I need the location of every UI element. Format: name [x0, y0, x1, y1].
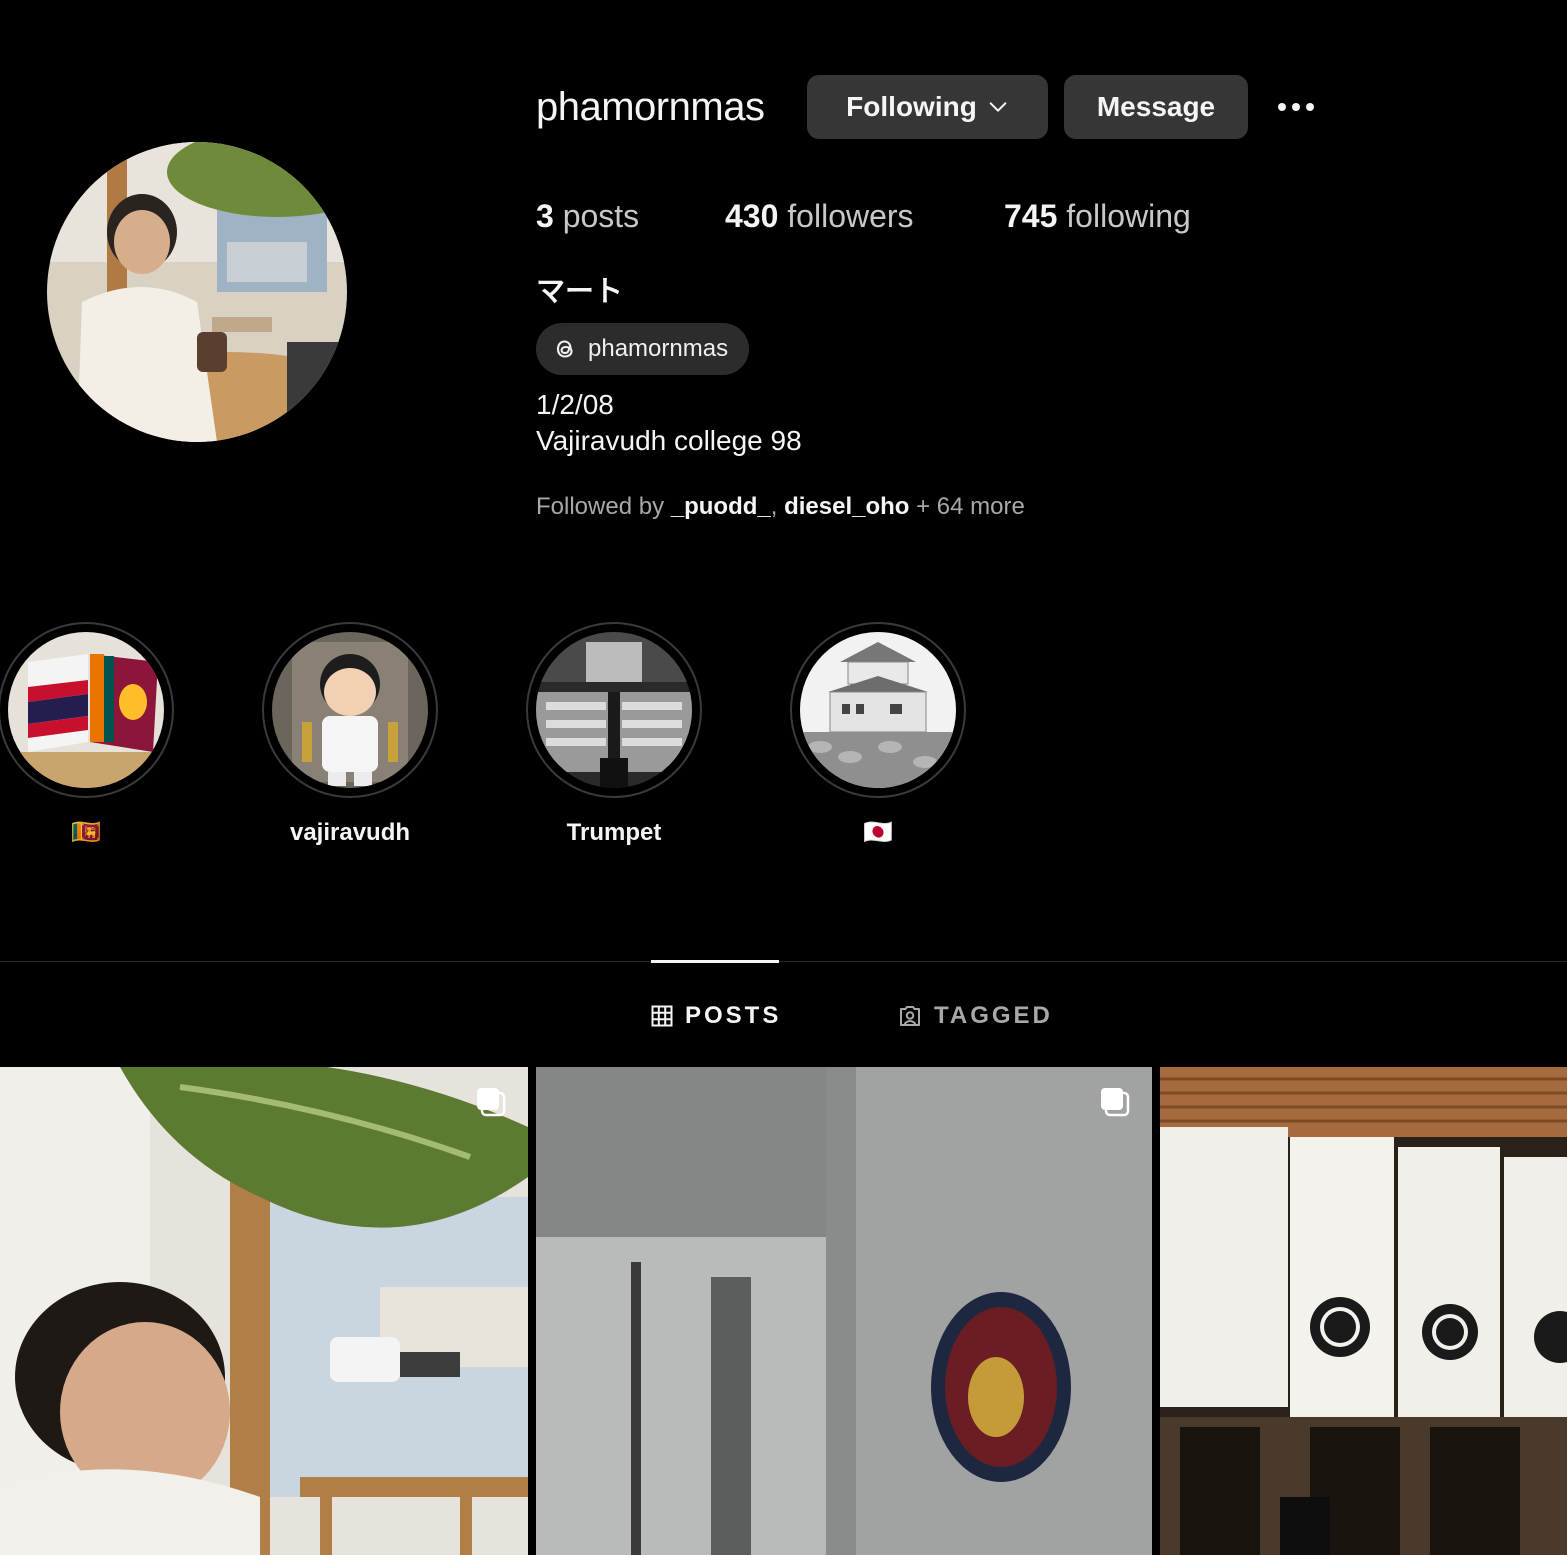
followed-by-prefix: Followed by	[536, 493, 665, 520]
multiple-photos-icon	[477, 1088, 506, 1117]
highlight-4-cover	[800, 632, 956, 788]
tab-posts-label: POSTS	[685, 1002, 782, 1029]
tagged-user-icon	[900, 1006, 920, 1026]
post-thumbnail-3[interactable]	[1160, 1067, 1567, 1555]
post-thumbnail-1[interactable]	[0, 1067, 528, 1555]
followed-by-user-2[interactable]: diesel_oho	[784, 493, 909, 520]
highlight-1[interactable]	[0, 622, 174, 798]
following-count-label: following	[1066, 198, 1191, 234]
highlight-3[interactable]	[526, 622, 702, 798]
highlight-4-label: 🇯🇵	[863, 819, 893, 846]
highlight-3-cover	[536, 632, 692, 788]
more-options-icon[interactable]	[1272, 90, 1320, 124]
tab-posts[interactable]: POSTS	[651, 998, 781, 1034]
posts-count-value: 3	[536, 198, 554, 234]
highlight-2-cover	[272, 632, 428, 788]
highlight-3-label: Trumpet	[566, 819, 662, 846]
threads-icon	[556, 340, 573, 358]
following-button[interactable]: Following	[807, 75, 1048, 139]
following-link[interactable]: 745 following	[1004, 196, 1191, 236]
message-button[interactable]: Message	[1064, 75, 1248, 139]
highlight-1-label: 🇱🇰	[71, 819, 101, 846]
followed-by-text[interactable]: Followed by _puodd_, diesel_oho + 64 mor…	[536, 492, 1025, 522]
grid-icon	[651, 1005, 673, 1027]
highlight-1-cover	[8, 632, 164, 788]
threads-handle: phamornmas	[588, 335, 729, 362]
bio-line-2: Vajiravudh college 98	[536, 425, 802, 456]
highlight-2-label: vajiravudh	[289, 819, 411, 846]
profile-username: phamornmas	[536, 85, 765, 129]
highlight-2[interactable]	[262, 622, 438, 798]
chevron-down-icon	[989, 102, 1007, 112]
followed-by-separator: ,	[770, 493, 778, 520]
tabs-divider	[0, 961, 1567, 962]
profile-full-name: マート	[536, 276, 624, 308]
active-tab-indicator	[651, 960, 779, 963]
tab-tagged-label: TAGGED	[934, 1002, 1053, 1029]
followed-by-user-1[interactable]: _puodd_	[671, 493, 771, 520]
following-count-value: 745	[1004, 198, 1058, 234]
post-thumbnail-2[interactable]	[536, 1067, 1152, 1555]
threads-badge[interactable]: phamornmas	[536, 323, 749, 375]
bio-line-1: 1/2/08	[536, 389, 614, 420]
followed-by-suffix: + 64 more	[916, 493, 1025, 520]
posts-count: 3 posts	[536, 196, 639, 236]
profile-avatar[interactable]	[47, 142, 347, 442]
multiple-photos-icon	[1101, 1088, 1130, 1117]
following-button-label: Following	[846, 91, 977, 122]
followers-count-value: 430	[725, 198, 779, 234]
highlight-4[interactable]	[790, 622, 966, 798]
posts-count-label: posts	[562, 198, 640, 234]
followers-count-label: followers	[787, 198, 914, 234]
followers-link[interactable]: 430 followers	[725, 196, 914, 236]
tab-tagged[interactable]: TAGGED	[898, 998, 1053, 1034]
